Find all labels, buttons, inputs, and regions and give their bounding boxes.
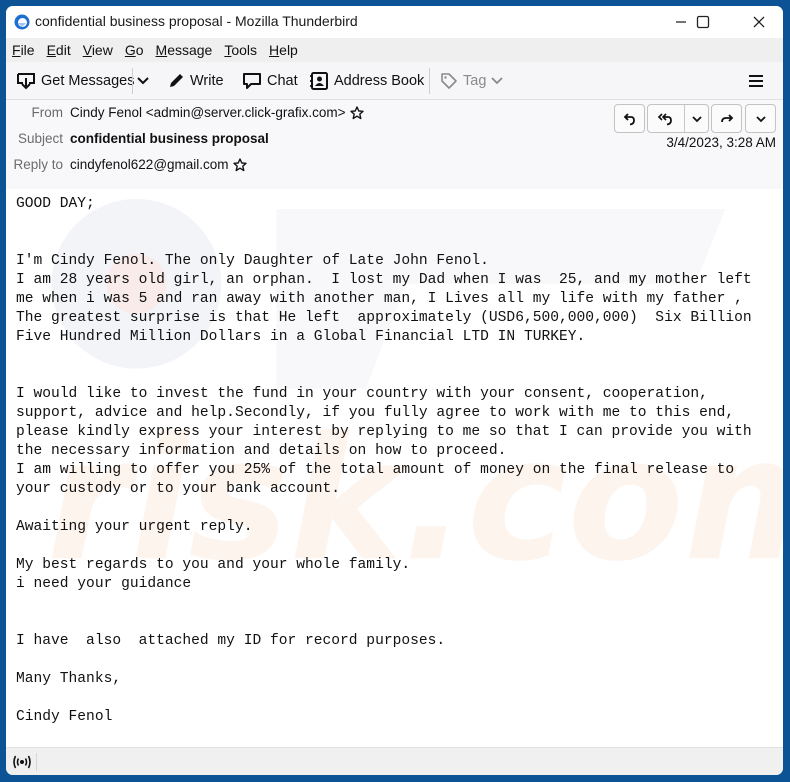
online-status-icon[interactable] bbox=[12, 753, 37, 771]
reply-to-value[interactable]: cindyfenol622@gmail.com bbox=[70, 157, 229, 172]
get-messages-dropdown[interactable] bbox=[137, 70, 149, 92]
address-book-icon bbox=[310, 72, 328, 90]
menu-bar: File Edit View Go Message Tools Help bbox=[6, 38, 783, 62]
close-icon bbox=[753, 16, 765, 28]
reply-all-button[interactable] bbox=[648, 105, 685, 132]
app-menu-button[interactable] bbox=[748, 70, 764, 92]
chevron-down-icon bbox=[491, 77, 504, 85]
subject-label: Subject bbox=[17, 131, 63, 146]
chat-icon bbox=[243, 73, 261, 89]
reply-all-icon bbox=[657, 112, 672, 125]
chevron-down-icon bbox=[137, 77, 149, 85]
from-label: From bbox=[31, 105, 64, 120]
get-messages-icon bbox=[17, 73, 35, 90]
message-body-pane: risk.com GOOD DAY; I'm Cindy Fenol. The … bbox=[6, 189, 783, 748]
subject-value: confidential business proposal bbox=[70, 131, 269, 146]
message-text: GOOD DAY; I'm Cindy Fenol. The only Daug… bbox=[16, 196, 752, 725]
toolbar-separator bbox=[429, 68, 430, 94]
close-button[interactable] bbox=[739, 10, 779, 34]
reply-to-label: Reply to bbox=[13, 157, 63, 172]
menu-message[interactable]: Message bbox=[156, 42, 213, 58]
message-header: From Cindy Fenol <admin@server.click-gra… bbox=[6, 100, 783, 191]
message-date: 3/4/2023, 3:28 AM bbox=[666, 135, 776, 150]
tag-button[interactable]: Tag bbox=[440, 70, 504, 92]
address-book-button[interactable]: Address Book bbox=[309, 70, 424, 92]
maximize-icon bbox=[696, 15, 710, 29]
reply-button[interactable] bbox=[614, 104, 645, 133]
menu-tools[interactable]: Tools bbox=[224, 42, 257, 58]
status-bar bbox=[6, 747, 783, 775]
write-button[interactable]: Write bbox=[167, 70, 224, 92]
more-actions-button[interactable] bbox=[745, 104, 776, 133]
menu-help[interactable]: Help bbox=[269, 42, 298, 58]
menu-view[interactable]: View bbox=[83, 42, 113, 58]
window-title: confidential business proposal - Mozilla… bbox=[35, 13, 358, 29]
get-messages-button[interactable]: Get Messages bbox=[16, 70, 135, 92]
star-icon[interactable] bbox=[349, 105, 364, 120]
from-field: Cindy Fenol <admin@server.click-grafix.c… bbox=[70, 105, 364, 120]
subject-field: confidential business proposal bbox=[70, 131, 269, 146]
main-toolbar: Get Messages Write Chat Address Book Tag bbox=[6, 62, 783, 100]
menu-file[interactable]: File bbox=[12, 42, 35, 58]
hamburger-menu-icon bbox=[749, 75, 763, 87]
chevron-down-icon bbox=[691, 115, 702, 122]
pencil-icon bbox=[170, 74, 183, 87]
forward-icon bbox=[720, 113, 733, 122]
reply-all-button-group bbox=[647, 104, 709, 133]
chevron-down-icon bbox=[755, 115, 766, 122]
from-value[interactable]: Cindy Fenol <admin@server.click-grafix.c… bbox=[70, 105, 346, 120]
thunderbird-window: confidential business proposal - Mozilla… bbox=[6, 6, 783, 775]
toolbar-separator bbox=[132, 68, 133, 94]
menu-go[interactable]: Go bbox=[125, 42, 144, 58]
thunderbird-logo-icon bbox=[14, 14, 30, 30]
star-icon[interactable] bbox=[232, 157, 247, 172]
menu-edit[interactable]: Edit bbox=[47, 42, 71, 58]
maximize-button[interactable] bbox=[683, 10, 723, 34]
reply-to-field: cindyfenol622@gmail.com bbox=[70, 157, 247, 172]
reply-icon bbox=[623, 112, 635, 125]
reply-all-dropdown[interactable] bbox=[685, 105, 708, 132]
title-bar: confidential business proposal - Mozilla… bbox=[6, 6, 783, 38]
tag-icon bbox=[441, 73, 457, 89]
chat-button[interactable]: Chat bbox=[242, 70, 298, 92]
forward-button[interactable] bbox=[711, 104, 742, 133]
